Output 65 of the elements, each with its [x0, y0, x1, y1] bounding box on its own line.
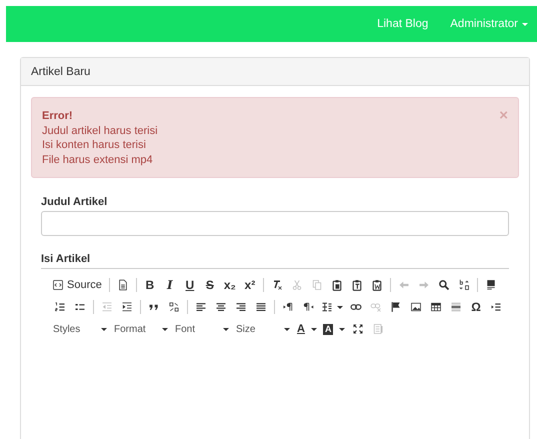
page-break-icon [490, 301, 502, 313]
show-blocks-icon [372, 323, 384, 335]
background-color-label: A [322, 324, 334, 334]
bulleted-list-icon [74, 301, 86, 313]
format-button[interactable]: x₂ [220, 276, 240, 294]
caret-icon [162, 328, 168, 330]
align-right-icon [235, 301, 247, 313]
background-color-button[interactable]: A [320, 320, 348, 338]
code-file-icon [52, 279, 64, 291]
align-left-icon [195, 301, 207, 313]
maximize-icon [352, 323, 364, 335]
image-icon [410, 301, 422, 313]
copy-icon [310, 279, 323, 291]
numbered-list-icon [54, 301, 66, 313]
clipboard-icon [370, 279, 383, 291]
link-icon [350, 301, 362, 313]
format-button[interactable]: Ω [466, 298, 486, 316]
language-icon [321, 301, 333, 313]
format-button[interactable]: S [200, 276, 220, 294]
format-button[interactable]: x² [240, 276, 260, 294]
caret-icon [337, 306, 343, 308]
outdent-icon [101, 301, 113, 313]
flag-icon [390, 301, 402, 313]
format-button[interactable]: B [140, 276, 160, 294]
dropdown[interactable]: Font [172, 320, 233, 338]
field-label: Judul Artikel [41, 196, 108, 208]
dropdown[interactable]: Styles [50, 320, 111, 338]
undo-icon [398, 279, 410, 291]
caret-icon [522, 22, 528, 26]
text-color-label: A [297, 323, 305, 335]
alert-heading: Error! [42, 110, 73, 122]
indent-icon [121, 301, 133, 313]
caret-icon [223, 328, 229, 330]
pilcrow-left-icon [302, 301, 314, 313]
redo-icon [418, 279, 430, 291]
align-center-icon [215, 301, 227, 313]
horizontal-rule-icon [450, 301, 462, 313]
text-color-button[interactable]: A [294, 320, 320, 338]
justify-icon [255, 301, 267, 313]
source-button[interactable]: Source [50, 276, 106, 294]
block-icon [168, 301, 180, 313]
panel-title: Artikel Baru [31, 66, 90, 78]
caret-icon [284, 328, 290, 330]
clipboard-icon [330, 279, 343, 291]
format-button[interactable]: I [160, 276, 180, 294]
title-input[interactable] [41, 211, 509, 236]
template-icon [484, 279, 497, 291]
find-replace-icon [458, 279, 470, 291]
dropdown[interactable]: Format [111, 320, 172, 338]
alert-message: File harus extensi mp4 [42, 152, 154, 167]
alert-message: Judul artikel harus terisi [42, 124, 158, 138]
caret-icon [339, 328, 346, 330]
dropdown[interactable]: Size [233, 320, 294, 338]
scissors-icon [290, 279, 303, 291]
pilcrow-right-icon [282, 301, 294, 313]
caret-icon [310, 328, 317, 330]
field-label: Isi Artikel [41, 253, 92, 265]
unlink-icon [370, 301, 382, 313]
caret-icon [101, 328, 107, 330]
alert-message: Isi konten harus terisi [42, 138, 147, 152]
table-icon [430, 301, 442, 313]
format-button[interactable]: U [180, 276, 200, 294]
document-icon [116, 279, 129, 291]
clipboard-icon [350, 279, 363, 291]
search-icon [438, 279, 450, 291]
